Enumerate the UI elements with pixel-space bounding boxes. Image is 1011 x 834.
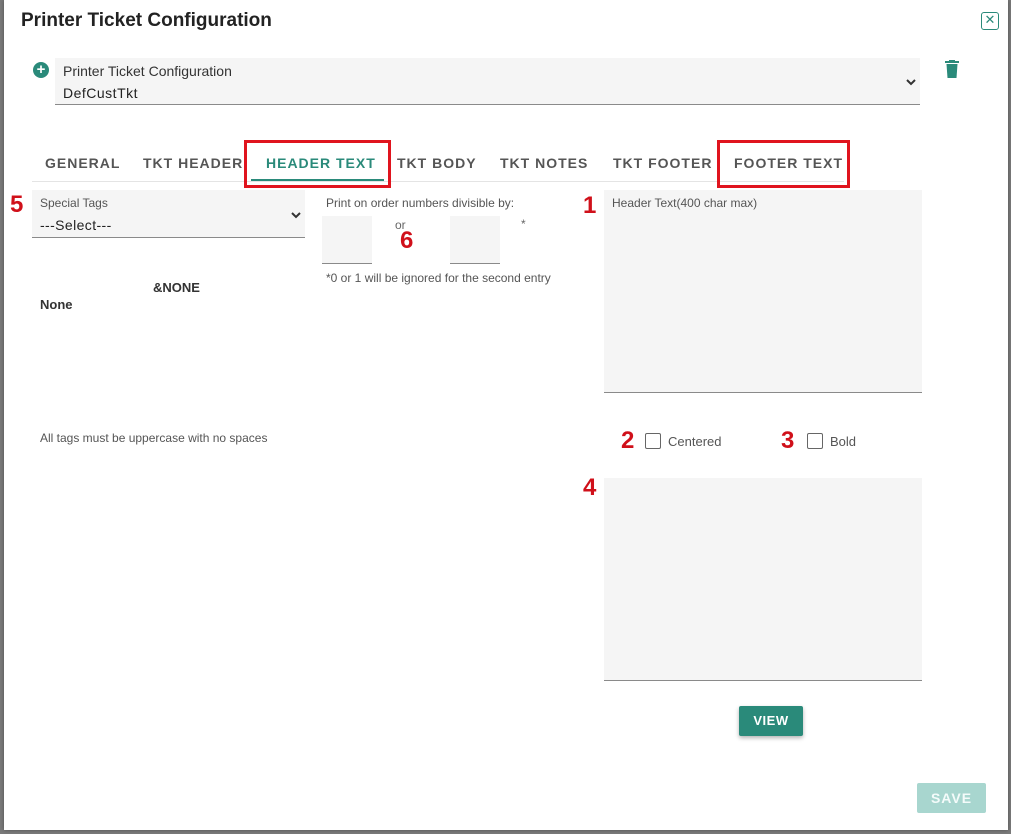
- header-text-label: Header Text(400 char max): [612, 196, 758, 210]
- annotation-marker-1: 1: [583, 192, 597, 219]
- special-tags-select[interactable]: Special Tags ---Select---: [32, 190, 305, 238]
- centered-checkbox[interactable]: [645, 433, 661, 449]
- highlight-header-text-tab: [244, 140, 391, 188]
- highlight-footer-text-tab: [717, 140, 850, 188]
- preview-area: [604, 478, 922, 681]
- divisible-hint: *0 or 1 will be ignored for the second e…: [326, 271, 551, 285]
- asterisk: *: [521, 217, 526, 231]
- tags-hint: All tags must be uppercase with no space…: [40, 431, 268, 445]
- header-text-input[interactable]: Header Text(400 char max): [604, 190, 922, 393]
- tab-tkt-body[interactable]: TKT BODY: [397, 155, 477, 171]
- special-tags-label: Special Tags: [40, 196, 108, 210]
- annotation-marker-4: 4: [583, 474, 597, 501]
- or-label: or: [395, 218, 406, 232]
- tab-tkt-header[interactable]: TKT HEADER: [143, 155, 243, 171]
- save-button[interactable]: SAVE: [917, 783, 986, 813]
- divisible-first-input[interactable]: [322, 216, 372, 264]
- special-tags-value: ---Select---: [40, 217, 112, 233]
- close-icon[interactable]: ✕: [981, 12, 999, 30]
- centered-label: Centered: [668, 434, 722, 449]
- dialog-title: Printer Ticket Configuration: [21, 10, 272, 31]
- config-select-value: DefCustTkt: [63, 85, 139, 101]
- tab-tkt-footer[interactable]: TKT FOOTER: [613, 155, 712, 171]
- trash-icon[interactable]: [945, 60, 959, 78]
- config-select[interactable]: Printer Ticket Configuration DefCustTkt: [55, 58, 920, 105]
- annotation-marker-2: 2: [621, 427, 635, 454]
- print-divisible-label: Print on order numbers divisible by:: [326, 196, 515, 210]
- tag-code: &NONE: [153, 280, 200, 295]
- plus-circle-icon[interactable]: +: [33, 62, 49, 78]
- bold-checkbox[interactable]: [807, 433, 823, 449]
- annotation-marker-5: 5: [10, 191, 24, 218]
- printer-ticket-dialog: Printer Ticket Configuration ✕ + Printer…: [4, 0, 1008, 830]
- divisible-second-input[interactable]: [450, 216, 500, 264]
- chevron-down-icon: [906, 79, 916, 86]
- bold-label: Bold: [830, 434, 857, 449]
- chevron-down-icon: [291, 212, 301, 219]
- config-select-label: Printer Ticket Configuration: [63, 63, 232, 79]
- tag-name: None: [40, 297, 73, 312]
- view-button[interactable]: VIEW: [739, 706, 803, 736]
- tab-tkt-notes[interactable]: TKT NOTES: [500, 155, 588, 171]
- tab-general[interactable]: GENERAL: [45, 155, 120, 171]
- annotation-marker-3: 3: [781, 427, 795, 454]
